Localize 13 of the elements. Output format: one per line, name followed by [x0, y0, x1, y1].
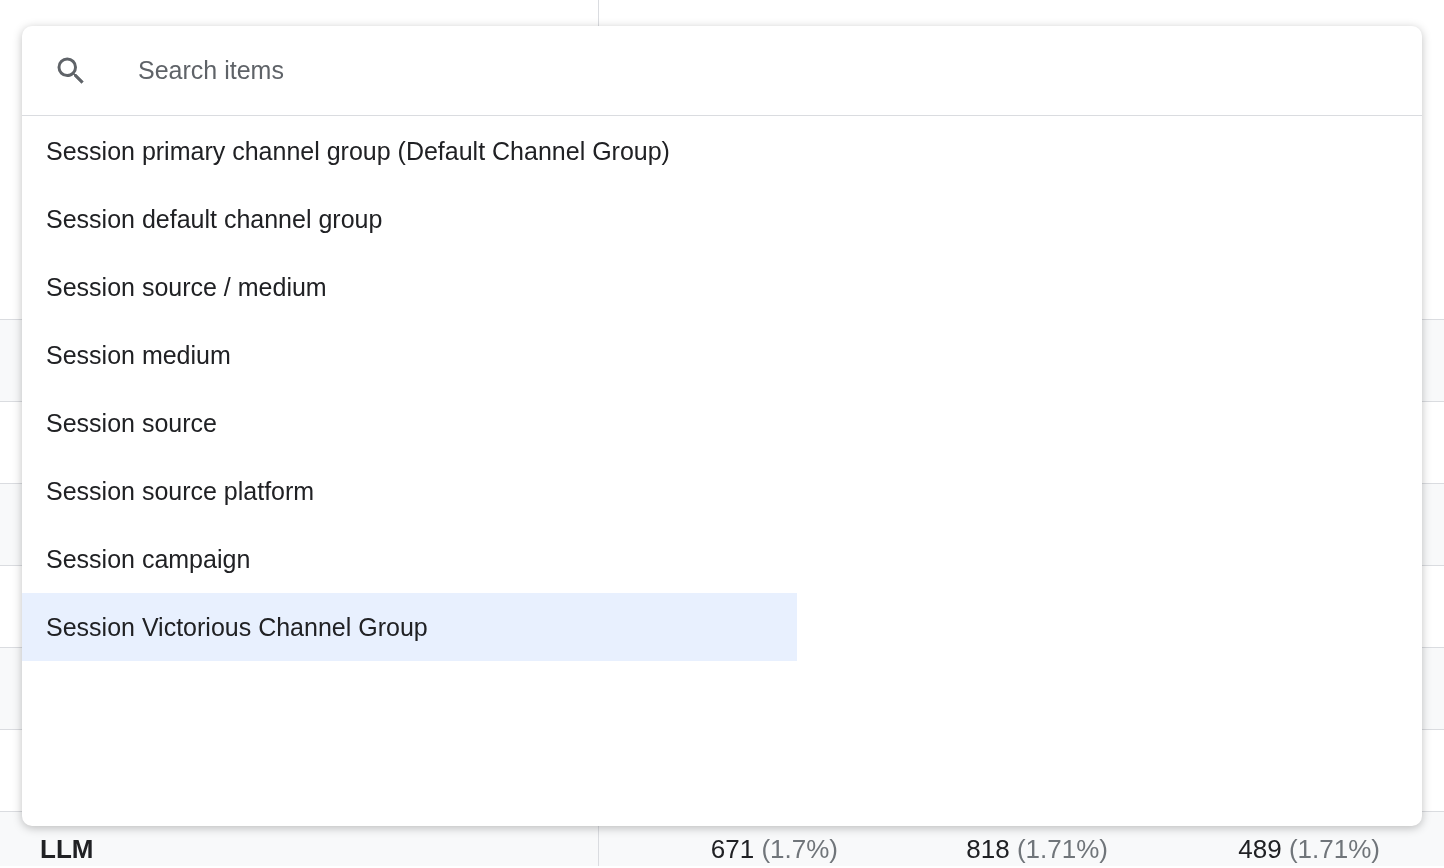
menu-item[interactable]: Session medium [22, 321, 797, 389]
search-field[interactable]: Search items [138, 56, 738, 85]
table-cell-text: 818 (1.71%) [965, 834, 1108, 864]
table-cell-text: LLM [39, 834, 95, 864]
menu-item[interactable]: Session default channel group [22, 185, 797, 253]
menu-item[interactable]: Session source [22, 389, 797, 457]
menu-item[interactable]: Session source platform [22, 457, 797, 525]
menu-item[interactable]: Session Victorious Channel Group [22, 593, 797, 661]
table-cell-text: 489 (1.71%) [1237, 834, 1380, 864]
menu-item[interactable]: Session campaign [22, 525, 797, 593]
menu-item[interactable]: Session source / medium [22, 253, 797, 321]
menu-item[interactable]: Session primary channel group (Default Channel Group) [22, 117, 797, 185]
table-cell-text: 671 (1.7%) [709, 834, 838, 864]
